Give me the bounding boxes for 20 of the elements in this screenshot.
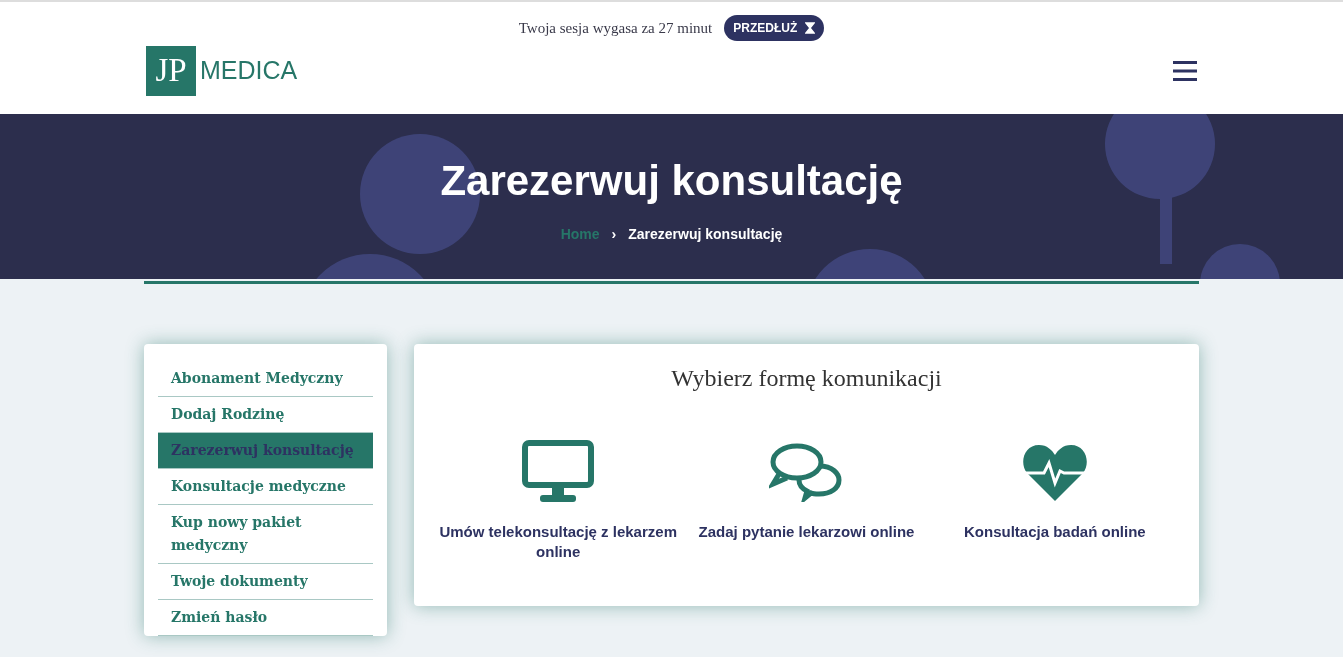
sidebar-item[interactable]: Abonament Medyczny — [158, 361, 373, 397]
sidebar-item[interactable]: Kup nowy pakiet medyczny — [158, 505, 373, 564]
monitor-icon — [522, 440, 595, 504]
communication-option[interactable]: Konsultacja badań online — [930, 440, 1179, 562]
breadcrumb-separator: › — [611, 224, 617, 244]
logo[interactable]: JP MEDICA — [146, 46, 298, 96]
sidebar-item[interactable]: Zmień hasło — [158, 600, 373, 636]
communication-option[interactable]: Umów telekonsultację z lekarzem online — [434, 440, 683, 562]
page-title: Zarezerwuj konsultację — [440, 155, 903, 206]
heart-pulse-icon — [1021, 443, 1088, 501]
breadcrumb-current: Zarezerwuj konsultację — [628, 224, 783, 244]
extend-session-button[interactable]: PRZEDŁUŻ — [724, 15, 825, 41]
sidebar-item[interactable]: Konsultacje medyczne — [158, 469, 373, 505]
menu-icon[interactable] — [1173, 61, 1197, 81]
chat-bubbles-icon — [769, 442, 844, 502]
communication-option[interactable]: Zadaj pytanie lekarzowi online — [682, 440, 931, 562]
panel-title: Wybierz formę komunikacji — [671, 364, 942, 393]
sidebar-item[interactable]: Twoje dokumenty — [158, 564, 373, 600]
hourglass-icon — [805, 22, 816, 34]
session-timer-text: Twoja sesja wygasa za 27 minut — [518, 18, 713, 38]
